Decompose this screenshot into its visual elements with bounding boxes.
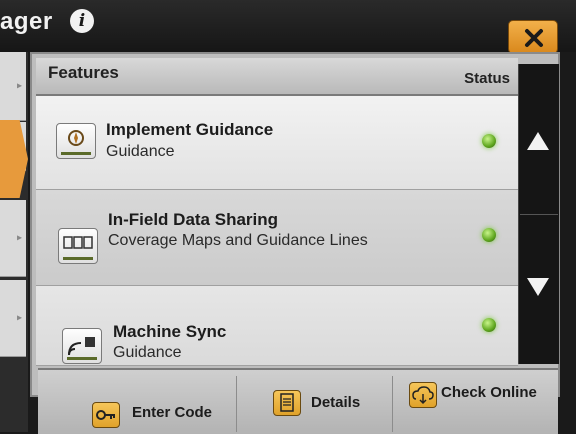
details-label: Details: [311, 394, 361, 411]
feature-row-implement-guidance[interactable]: Implement Guidance Guidance: [36, 96, 518, 190]
status-indicator: [482, 228, 496, 242]
feature-subtitle: Guidance: [106, 143, 175, 160]
feature-row-in-field-data-sharing[interactable]: In-Field Data Sharing Coverage Maps and …: [36, 190, 518, 286]
document-icon: [273, 390, 301, 416]
features-column-header: Features: [48, 63, 119, 82]
feature-title: In-Field Data Sharing: [108, 210, 279, 229]
rail-tab-4[interactable]: [0, 280, 26, 357]
window-title: ager: [0, 8, 53, 35]
arrow-down-icon: [527, 278, 549, 296]
status-indicator: [482, 134, 496, 148]
feature-row-machine-sync[interactable]: Machine Sync Guidance: [36, 286, 518, 366]
enter-code-button[interactable]: Enter Code: [38, 376, 236, 432]
data-sharing-icon: [58, 228, 98, 264]
feature-subtitle: Coverage Maps and Guidance Lines: [108, 232, 368, 249]
info-icon[interactable]: i: [70, 9, 94, 33]
key-icon: [92, 402, 120, 428]
machine-sync-icon: [62, 328, 102, 364]
scroll-down-button[interactable]: [518, 264, 558, 310]
enter-code-label: Enter Code: [132, 404, 213, 421]
details-button[interactable]: Details: [237, 376, 392, 432]
status-column-header: Status: [464, 70, 510, 87]
features-table-header: Features Status: [36, 58, 518, 96]
title-bar: ager i: [0, 0, 576, 54]
feature-title: Machine Sync: [113, 322, 227, 341]
status-indicator: [482, 318, 496, 332]
left-rail: [0, 52, 28, 432]
implement-guidance-icon: [56, 123, 96, 159]
feature-title: Implement Guidance: [106, 120, 274, 139]
feature-subtitle: Guidance: [113, 344, 182, 361]
scroll-up-button[interactable]: [518, 118, 558, 164]
cloud-download-icon: [409, 382, 437, 408]
rail-tab-1[interactable]: [0, 52, 26, 121]
scroll-divider: [520, 214, 558, 215]
close-button[interactable]: [508, 20, 558, 54]
check-online-label: Check Online: [441, 384, 537, 401]
rail-tab-3[interactable]: [0, 200, 26, 277]
close-icon: [525, 29, 543, 47]
arrow-up-icon: [527, 132, 549, 150]
check-online-button[interactable]: Check Online: [393, 376, 558, 432]
